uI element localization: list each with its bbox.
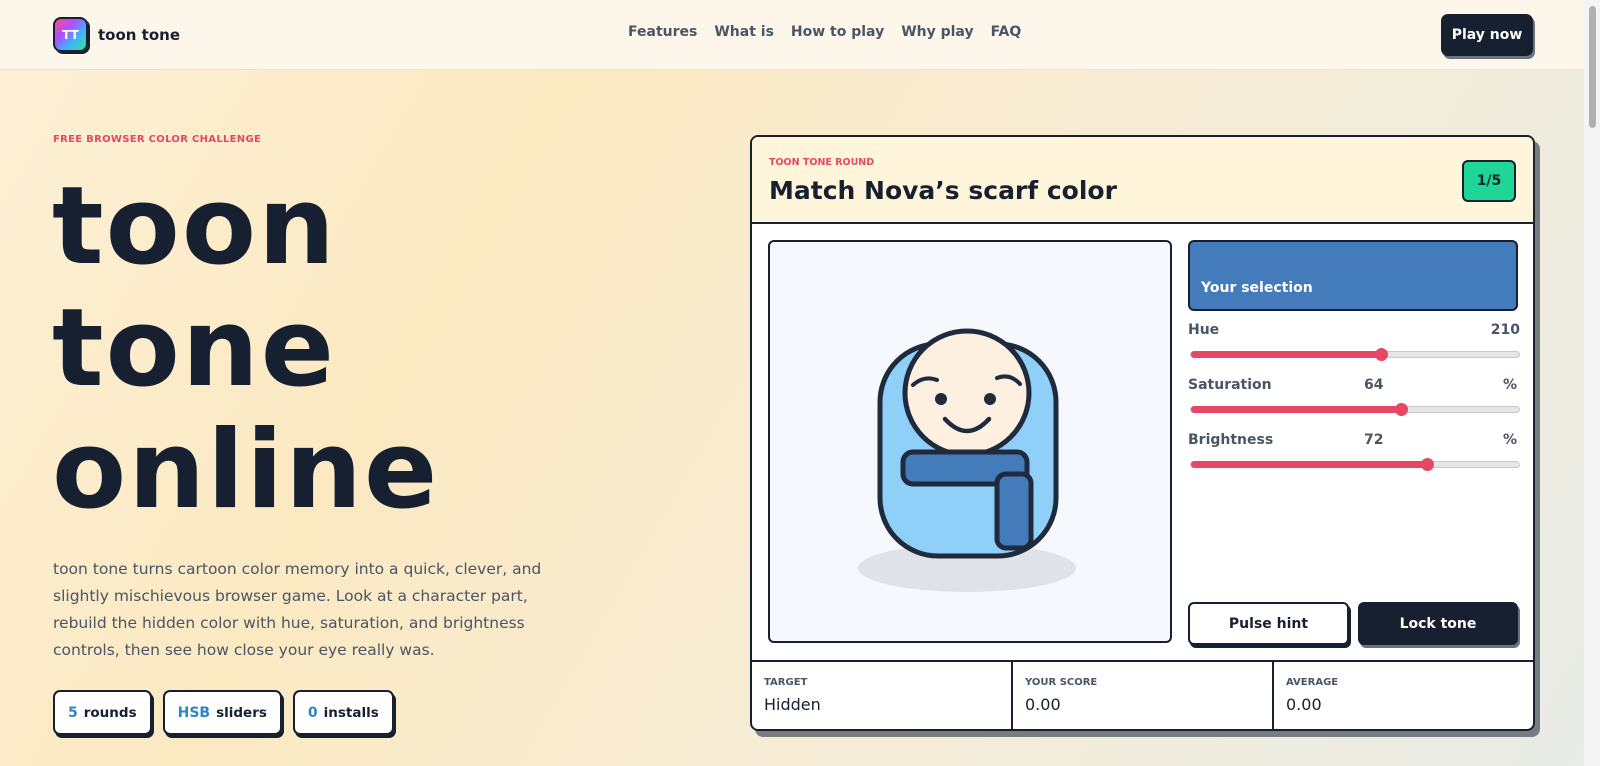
brightness-label: Brightness	[1188, 432, 1274, 448]
top-navigation-bar: TT toon tone Features What is How to pla…	[0, 0, 1584, 70]
hero-title-line-1: toon	[52, 164, 337, 289]
lock-tone-button[interactable]: Lock tone	[1358, 602, 1518, 645]
stat-target: TARGET Hidden	[752, 662, 1013, 729]
hero-eyebrow: FREE BROWSER COLOR CHALLENGE	[53, 134, 262, 145]
chip-sliders-label: sliders	[216, 704, 267, 721]
round-label: TOON TONE ROUND	[769, 157, 875, 168]
score-stats: TARGET Hidden YOUR SCORE 0.00 AVERAGE 0.…	[752, 660, 1533, 729]
saturation-slider-thumb[interactable]	[1394, 403, 1408, 416]
stat-your-score-value: 0.00	[1025, 695, 1061, 714]
hue-slider[interactable]	[1190, 348, 1520, 361]
stat-average-value: 0.00	[1286, 695, 1322, 714]
main-nav: Features What is How to play Why play FA…	[628, 24, 1021, 40]
stat-your-score-label: YOUR SCORE	[1025, 677, 1098, 688]
stat-target-label: TARGET	[764, 677, 808, 688]
stat-your-score: YOUR SCORE 0.00	[1013, 662, 1274, 729]
feature-chips: 5 rounds HSB sliders 0 installs	[53, 690, 394, 735]
brand-logo-icon: TT	[53, 17, 88, 52]
hue-label: Hue	[1188, 322, 1220, 338]
hero-title-line-2: tone	[52, 286, 336, 411]
game-card-header: TOON TONE ROUND Match Nova’s scarf color…	[752, 137, 1533, 224]
brand-link[interactable]: TT toon tone	[53, 17, 180, 52]
brand-name: toon tone	[98, 25, 181, 44]
character-left-eye	[935, 393, 947, 405]
nav-link-faq[interactable]: FAQ	[991, 24, 1022, 40]
nav-link-features[interactable]: Features	[628, 24, 697, 40]
chip-rounds-value: 5	[68, 704, 78, 721]
scrollbar-thumb[interactable]	[1589, 6, 1596, 128]
hero-title-line-3: online	[52, 408, 440, 533]
brightness-value: 72	[1364, 432, 1384, 448]
hue-slider-thumb[interactable]	[1375, 348, 1389, 361]
nav-link-why-play[interactable]: Why play	[901, 24, 973, 40]
character-right-eye	[984, 393, 996, 405]
brightness-slider-thumb[interactable]	[1421, 458, 1435, 471]
hue-value: 210	[1490, 322, 1520, 338]
nav-link-what-is[interactable]: What is	[714, 24, 774, 40]
chip-installs-label: installs	[323, 704, 379, 721]
stat-average: AVERAGE 0.00	[1274, 662, 1533, 729]
character-head	[902, 328, 1032, 458]
brightness-slider-fill	[1191, 461, 1428, 468]
nav-link-how-to-play[interactable]: How to play	[791, 24, 884, 40]
character-illustration	[858, 328, 1076, 592]
brightness-slider[interactable]	[1190, 458, 1520, 471]
chip-sliders-value: HSB	[177, 704, 211, 721]
character-scarf-tail	[994, 471, 1034, 551]
chip-installs: 0 installs	[292, 690, 394, 735]
chip-rounds-label: rounds	[83, 704, 137, 721]
round-title: Match Nova’s scarf color	[769, 176, 1117, 205]
selection-label: Your selection	[1201, 280, 1313, 296]
character-stage	[768, 240, 1172, 643]
saturation-value: 64	[1364, 377, 1384, 393]
saturation-unit: %	[1503, 377, 1518, 393]
hero-title: toon tone online	[52, 166, 439, 532]
chip-rounds: 5 rounds	[53, 690, 152, 735]
game-card: TOON TONE ROUND Match Nova’s scarf color…	[750, 135, 1535, 731]
saturation-slider[interactable]	[1190, 403, 1520, 416]
chip-sliders: HSB sliders	[162, 690, 282, 735]
saturation-slider-fill	[1191, 406, 1401, 413]
brightness-unit: %	[1503, 432, 1518, 448]
pulse-hint-button[interactable]: Pulse hint	[1188, 602, 1349, 645]
play-now-button[interactable]: Play now	[1441, 14, 1533, 56]
round-counter-badge: 1/5	[1462, 160, 1516, 202]
hero-description: toon tone turns cartoon color memory int…	[53, 560, 542, 659]
selection-swatch: Your selection	[1188, 240, 1518, 311]
hue-slider-fill	[1191, 351, 1382, 358]
saturation-label: Saturation	[1188, 377, 1272, 393]
stat-average-label: AVERAGE	[1286, 677, 1339, 688]
chip-installs-value: 0	[307, 704, 318, 721]
stat-target-value: Hidden	[764, 695, 821, 714]
